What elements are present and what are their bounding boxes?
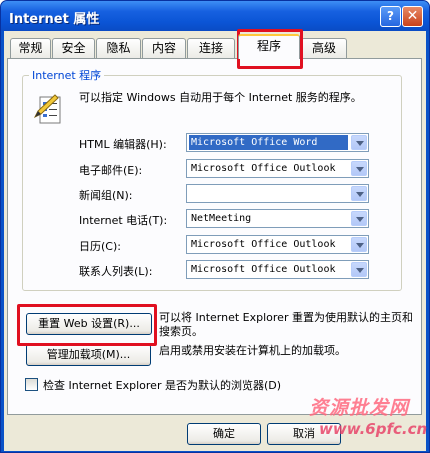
email-label: 电子邮件(E):: [79, 164, 143, 177]
help-button[interactable]: ?: [380, 6, 401, 27]
newsgroups-label: 新闻组(N):: [79, 189, 133, 202]
internet-call-label: Internet 电话(T):: [79, 214, 168, 227]
calendar-select[interactable]: Microsoft Office Outlook: [186, 235, 369, 254]
chevron-down-icon[interactable]: [351, 186, 367, 201]
html-editor-value: Microsoft Office Word: [189, 135, 348, 150]
default-browser-checkbox[interactable]: [25, 378, 38, 391]
chevron-down-icon[interactable]: [351, 161, 367, 176]
tab-advanced[interactable]: 高级: [301, 38, 347, 58]
calendar-value: Microsoft Office Outlook: [191, 239, 336, 250]
internet-call-value: NetMeeting: [191, 213, 252, 224]
newsgroups-select[interactable]: [186, 184, 369, 203]
watermark-title: 资源批发网: [309, 397, 410, 419]
programs-list-icon: [34, 94, 61, 124]
ok-button[interactable]: 确定: [187, 423, 261, 445]
reset-description: 可以将 Internet Explorer 重置为使用默认的主页和搜索页。: [159, 311, 413, 338]
window-title: Internet 属性: [9, 12, 100, 27]
internet-properties-dialog: Internet 属性 ? ✕ 常规 安全 隐私 内容 连接 程序 高级 Int…: [0, 0, 430, 453]
addons-description: 启用或禁用安装在计算机上的加载项。: [159, 344, 346, 357]
close-icon: ✕: [406, 8, 419, 24]
tab-privacy[interactable]: 隐私: [96, 38, 141, 58]
programs-description: 可以指定 Windows 自动用于每个 Internet 服务的程序。: [79, 91, 362, 104]
chevron-down-icon[interactable]: [351, 211, 367, 226]
internet-call-select[interactable]: NetMeeting: [186, 209, 369, 228]
group-title: Internet 程序: [32, 69, 102, 82]
contacts-label: 联系人列表(L):: [79, 265, 153, 278]
internet-programs-group: Internet 程序 可以指定 Windows 自动用于每个 Internet…: [22, 67, 402, 291]
email-select[interactable]: Microsoft Office Outlook: [186, 159, 369, 178]
email-value: Microsoft Office Outlook: [191, 163, 336, 174]
programs-tab-panel: Internet 程序 可以指定 Windows 自动用于每个 Internet…: [7, 58, 422, 415]
manage-addons-button[interactable]: 管理加载项(M)...: [26, 344, 151, 366]
chevron-down-icon[interactable]: [351, 135, 367, 150]
html-editor-select[interactable]: Microsoft Office Word: [186, 133, 369, 152]
title-bar[interactable]: Internet 属性 ? ✕: [1, 1, 429, 31]
contacts-value: Microsoft Office Outlook: [191, 264, 336, 275]
reset-web-settings-button[interactable]: 重置 Web 设置(R)...: [26, 313, 152, 335]
dialog-client-area: 常规 安全 隐私 内容 连接 程序 高级 Internet 程序 可以指定 Wi…: [4, 31, 426, 451]
chevron-down-icon[interactable]: [351, 262, 367, 277]
tab-programs[interactable]: 程序: [238, 34, 300, 59]
html-editor-label: HTML 编辑器(H):: [79, 138, 167, 151]
help-icon: ?: [387, 9, 394, 23]
calendar-label: 日历(C):: [79, 240, 121, 253]
tab-content[interactable]: 内容: [142, 38, 186, 58]
tab-connections[interactable]: 连接: [187, 38, 235, 58]
chevron-down-icon[interactable]: [351, 237, 367, 252]
tab-strip: 常规 安全 隐私 内容 连接 程序 高级: [4, 31, 426, 61]
contacts-select[interactable]: Microsoft Office Outlook: [186, 260, 369, 279]
tab-general[interactable]: 常规: [10, 38, 51, 58]
tab-security[interactable]: 安全: [52, 38, 95, 58]
watermark-url: www.6pfc.cn: [319, 420, 428, 438]
newsgroups-value: [189, 186, 348, 201]
close-button[interactable]: ✕: [402, 6, 423, 27]
default-browser-label[interactable]: 检查 Internet Explorer 是否为默认的浏览器(D): [43, 377, 281, 393]
